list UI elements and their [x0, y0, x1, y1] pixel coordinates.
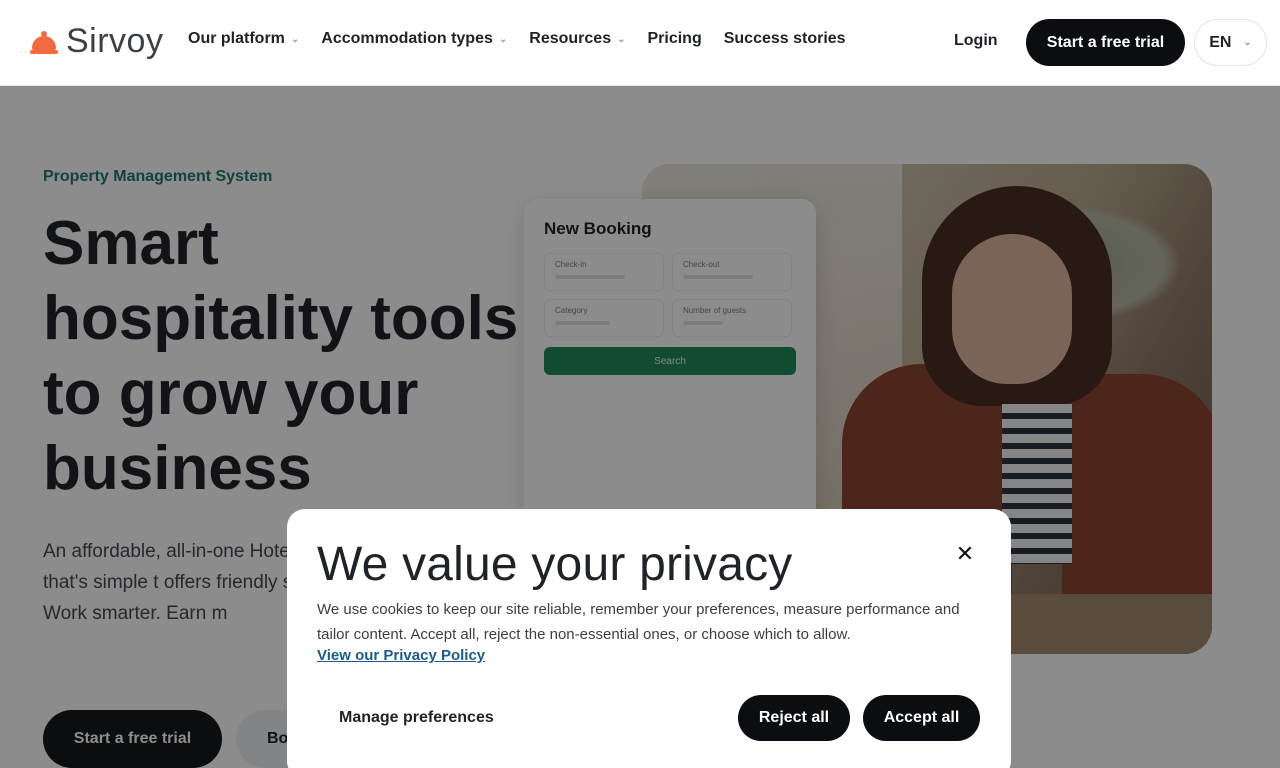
nav-item-success-stories[interactable]: Success stories	[724, 30, 846, 48]
main-nav: Our platform ⌄ Accommodation types ⌄ Res…	[188, 30, 846, 48]
nav-item-pricing[interactable]: Pricing	[647, 30, 701, 48]
nav-item-label: Accommodation types	[321, 30, 493, 47]
nav-item-resources[interactable]: Resources ⌄	[529, 30, 625, 48]
accept-all-button[interactable]: Accept all	[863, 695, 980, 741]
nav-item-label: Our platform	[188, 30, 285, 47]
nav-item-label: Success stories	[723, 30, 846, 47]
site-header: Sirvoy Our platform ⌄ Accommodation type…	[0, 0, 1280, 86]
logo[interactable]: Sirvoy	[30, 22, 163, 61]
modal-body-text: We use cookies to keep our site reliable…	[317, 601, 960, 643]
chevron-down-icon: ⌄	[290, 33, 300, 45]
bell-logo-icon	[30, 28, 58, 56]
close-icon[interactable]: ✕	[955, 543, 975, 565]
chevron-down-icon: ⌄	[1243, 37, 1252, 48]
nav-item-our-platform[interactable]: Our platform ⌄	[188, 30, 299, 48]
modal-title: We value your privacy	[317, 538, 793, 591]
logo-text: Sirvoy	[66, 22, 164, 60]
chevron-down-icon: ⌄	[498, 33, 508, 45]
chevron-down-icon: ⌄	[617, 33, 626, 45]
reject-all-button[interactable]: Reject all	[738, 695, 850, 741]
manage-preferences-button[interactable]: Manage preferences	[317, 695, 511, 741]
login-link[interactable]: Login	[954, 32, 998, 50]
cookie-consent-modal: We value your privacy ✕ We use cookies t…	[287, 509, 1011, 768]
nav-item-accommodation-types[interactable]: Accommodation types ⌄	[321, 30, 507, 48]
language-label: EN	[1209, 33, 1232, 51]
nav-item-label: Resources	[529, 30, 612, 47]
nav-item-label: Pricing	[647, 30, 702, 47]
privacy-policy-link[interactable]: View our Privacy Policy	[317, 647, 485, 664]
language-selector[interactable]: EN ⌄	[1194, 19, 1267, 66]
start-free-trial-button[interactable]: Start a free trial	[1026, 19, 1185, 66]
